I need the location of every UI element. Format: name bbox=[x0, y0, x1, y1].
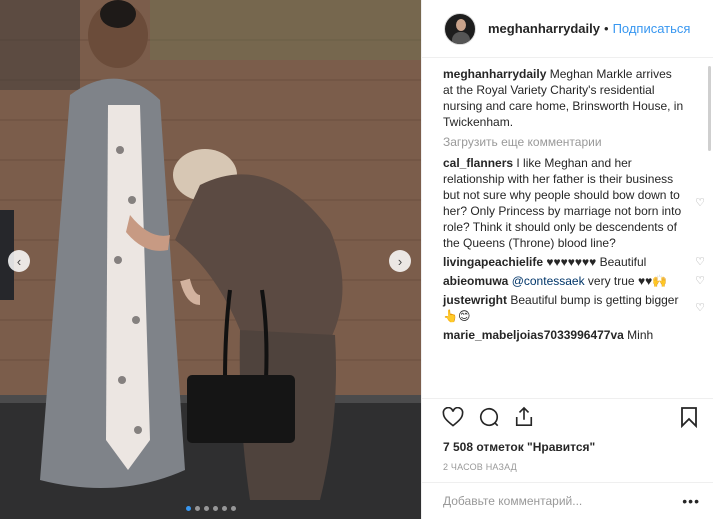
chevron-left-icon[interactable]: ‹ bbox=[8, 250, 30, 272]
comment-icon[interactable] bbox=[478, 406, 500, 428]
comment-text: ♥♥♥♥♥♥♥ Beautiful bbox=[546, 255, 647, 269]
carousel-dots bbox=[0, 506, 421, 511]
carousel-dot bbox=[203, 506, 209, 511]
comment-like-icon[interactable]: ♡ bbox=[695, 195, 705, 211]
header-username[interactable]: meghanharrydaily bbox=[488, 21, 600, 36]
caption: meghanharrydaily Meghan Markle arrives a… bbox=[443, 66, 684, 130]
comment-username[interactable]: cal_flanners bbox=[443, 156, 513, 170]
chevron-right-icon[interactable]: › bbox=[389, 250, 411, 272]
heart-icon[interactable] bbox=[442, 406, 464, 427]
more-options-icon[interactable]: ••• bbox=[682, 493, 700, 509]
post-photo[interactable]: ‹ › bbox=[0, 0, 421, 519]
header-separator: • bbox=[604, 21, 609, 36]
avatar[interactable] bbox=[444, 12, 476, 45]
comment-username[interactable]: abieomuwa bbox=[443, 274, 508, 288]
comment-mention[interactable]: @contessaek bbox=[512, 274, 585, 288]
carousel-dot bbox=[212, 506, 218, 511]
comment-like-icon[interactable]: ♡ bbox=[695, 300, 705, 316]
bookmark-icon[interactable] bbox=[680, 406, 698, 428]
post-header: meghanharrydaily • Подписаться bbox=[422, 0, 713, 58]
comment-like-icon[interactable]: ♡ bbox=[695, 273, 705, 289]
comment-username[interactable]: livingapeachielife bbox=[443, 255, 543, 269]
comment-input[interactable] bbox=[443, 494, 683, 508]
follow-button[interactable]: Подписаться bbox=[613, 21, 691, 36]
comment-text: Minh bbox=[627, 328, 654, 342]
list-item: marie_mabeljoias7033996477va Minh bbox=[443, 327, 684, 343]
action-bar bbox=[422, 398, 713, 434]
post-timestamp[interactable]: 2 ЧАСОВ НАЗАД bbox=[443, 462, 517, 472]
comment-username[interactable]: marie_mabeljoias7033996477va bbox=[443, 328, 624, 342]
carousel-dot bbox=[194, 506, 200, 511]
list-item: abieomuwa @contessaek very true ♥♥🙌 ♡ bbox=[443, 273, 705, 289]
carousel-dot bbox=[230, 506, 236, 511]
likes-count[interactable]: 7 508 отметок "Нравится" bbox=[443, 440, 595, 454]
caption-username[interactable]: meghanharrydaily bbox=[443, 67, 546, 81]
share-icon[interactable] bbox=[514, 406, 534, 428]
add-comment-bar: ••• bbox=[422, 482, 713, 519]
comment-text: very true ♥♥🙌 bbox=[584, 274, 668, 288]
photo-scene bbox=[0, 0, 421, 519]
list-item: cal_flanners I like Meghan and her relat… bbox=[443, 155, 705, 251]
carousel-dot bbox=[185, 506, 191, 511]
load-more-comments-button[interactable]: Загрузить еще комментарии bbox=[443, 135, 684, 149]
comment-username[interactable]: justewright bbox=[443, 293, 507, 307]
comment-like-icon[interactable]: ♡ bbox=[695, 254, 705, 270]
comment-text: I like Meghan and her relationship with … bbox=[443, 156, 682, 250]
list-item: livingapeachielife ♥♥♥♥♥♥♥ Beautiful ♡ bbox=[443, 254, 705, 270]
post-sidebar: meghanharrydaily • Подписаться meghanhar… bbox=[421, 0, 713, 519]
comments-list[interactable]: meghanharrydaily Meghan Markle arrives a… bbox=[422, 66, 713, 398]
carousel-dot bbox=[221, 506, 227, 511]
comments-scrollbar[interactable] bbox=[708, 66, 711, 151]
list-item: justewright Beautiful bump is getting bi… bbox=[443, 292, 705, 324]
